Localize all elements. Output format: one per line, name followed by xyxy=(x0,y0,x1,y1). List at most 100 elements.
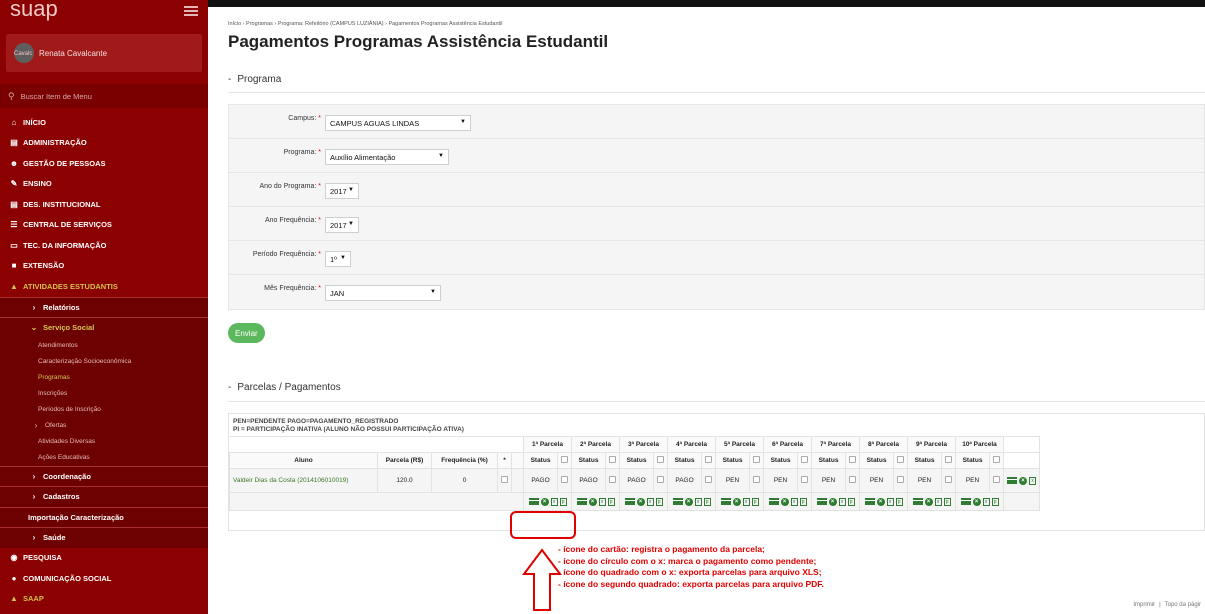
card-icon[interactable] xyxy=(672,498,683,505)
xls-export-icon[interactable]: x xyxy=(934,497,942,506)
menu-item-des-institucional[interactable]: ▤ DES. INSTITUCIONAL xyxy=(0,194,208,215)
submenu-relatorios[interactable]: › Relatórios xyxy=(0,296,208,317)
select-all-checkbox[interactable] xyxy=(705,456,712,463)
xls-export-icon[interactable]: x xyxy=(886,497,894,506)
circle-x-icon[interactable]: × xyxy=(636,497,645,506)
card-icon[interactable] xyxy=(720,498,731,505)
xls-export-icon[interactable]: x xyxy=(790,497,798,506)
menu-item-comunicacao-social[interactable]: ● COMUNICAÇÃO SOCIAL xyxy=(0,568,208,589)
card-icon[interactable] xyxy=(576,498,587,505)
pdf-export-icon[interactable]: p xyxy=(799,497,807,506)
pdf-export-icon[interactable]: p xyxy=(991,497,999,506)
submenu-coordenacao[interactable]: › Coordenação xyxy=(0,465,208,486)
select-all-checkbox[interactable] xyxy=(561,456,568,463)
card-icon[interactable] xyxy=(912,498,923,505)
submenu-caracterizacao[interactable]: Caracterização Socioeconômica xyxy=(0,353,208,370)
menu-item-tec-informacao[interactable]: ▭ TEC. DA INFORMAÇÃO xyxy=(0,235,208,256)
pdf-export-icon[interactable]: p xyxy=(751,497,759,506)
select-all-checkbox[interactable] xyxy=(801,456,808,463)
menu-item-administracao[interactable]: ▤ ADMINISTRAÇÃO xyxy=(0,133,208,154)
select-all-checkbox[interactable] xyxy=(849,456,856,463)
xls-export-icon[interactable]: x xyxy=(742,497,750,506)
circle-x-icon[interactable]: × xyxy=(732,497,741,506)
status-checkbox[interactable] xyxy=(993,476,1000,483)
select-all-checkbox[interactable] xyxy=(897,456,904,463)
circle-x-icon[interactable]: × xyxy=(540,497,549,506)
circle-x-icon[interactable]: × xyxy=(780,497,789,506)
submenu-servico-social[interactable]: ⌄ Serviço Social xyxy=(0,317,208,338)
circle-x-icon[interactable]: × xyxy=(588,497,597,506)
circle-x-icon[interactable]: × xyxy=(924,497,933,506)
submenu-atendimentos[interactable]: Atendimentos xyxy=(0,337,208,354)
menu-item-gestao-pessoas[interactable]: ☻ GESTÃO DE PESSOAS xyxy=(0,153,208,174)
student-link[interactable]: Valdeir Dias da Costa (2014106010019) xyxy=(229,468,378,493)
menu-item-atividades-estudantis[interactable]: ▲ ATIVIDADES ESTUDANTIS xyxy=(0,276,208,297)
top-link[interactable]: Topo da págir xyxy=(1161,602,1205,608)
card-icon[interactable] xyxy=(816,498,827,505)
status-checkbox[interactable] xyxy=(897,476,904,483)
row-checkbox[interactable] xyxy=(501,476,508,483)
xls-export-icon[interactable]: x xyxy=(694,497,702,506)
print-link[interactable]: Imprimir xyxy=(1129,602,1159,608)
circle-x-icon[interactable]: × xyxy=(684,497,693,506)
select-all-checkbox[interactable] xyxy=(753,456,760,463)
select-all-checkbox[interactable] xyxy=(657,456,664,463)
xls-export-icon[interactable]: x xyxy=(838,497,846,506)
card-icon[interactable] xyxy=(864,498,875,505)
ano-programa-select[interactable]: 2017 ▼ xyxy=(325,183,359,199)
submenu-programas[interactable]: Programas xyxy=(0,369,208,386)
pdf-export-icon[interactable]: p xyxy=(703,497,711,506)
xls-export-icon[interactable]: x xyxy=(646,497,654,506)
select-all-checkbox[interactable] xyxy=(993,456,1000,463)
pdf-export-icon[interactable]: p xyxy=(847,497,855,506)
status-checkbox[interactable] xyxy=(945,476,952,483)
status-checkbox[interactable] xyxy=(561,476,568,483)
circle-x-icon[interactable]: × xyxy=(972,497,981,506)
status-checkbox[interactable] xyxy=(657,476,664,483)
app-logo[interactable]: suap xyxy=(10,0,58,22)
section-parcelas-title[interactable]: Parcelas / Pagamentos xyxy=(228,382,340,393)
submenu-importacao[interactable]: Importação Caracterização xyxy=(0,506,208,527)
menu-item-extensao[interactable]: ■ EXTENSÃO xyxy=(0,256,208,277)
status-checkbox[interactable] xyxy=(705,476,712,483)
campus-select[interactable]: CAMPUS AGUAS LINDAS ▼ xyxy=(325,115,471,131)
status-checkbox[interactable] xyxy=(849,476,856,483)
xls-export-icon[interactable]: x xyxy=(982,497,990,506)
submenu-cadastros[interactable]: › Cadastros xyxy=(0,486,208,507)
menu-item-central-servicos[interactable]: ☰ CENTRAL DE SERVIÇOS xyxy=(0,215,208,236)
submenu-inscricoes[interactable]: Inscrições xyxy=(0,385,208,402)
pdf-export-icon[interactable]: p xyxy=(655,497,663,506)
ano-frequencia-select[interactable]: 2017 ▼ xyxy=(325,217,359,233)
xls-export-icon[interactable]: x xyxy=(1029,476,1036,485)
xls-export-icon[interactable]: x xyxy=(598,497,606,506)
card-icon[interactable] xyxy=(1007,477,1017,484)
circle-x-icon[interactable]: × xyxy=(828,497,837,506)
menu-search-input[interactable]: ⚲ Buscar Item de Menu xyxy=(0,84,208,108)
submenu-periodos-inscricao[interactable]: Períodos de Inscrição xyxy=(0,401,208,418)
card-icon[interactable] xyxy=(528,498,539,505)
pdf-export-icon[interactable]: p xyxy=(559,497,567,506)
select-all-checkbox[interactable] xyxy=(945,456,952,463)
menu-item-saap[interactable]: ▲ SAAP xyxy=(0,589,208,610)
xls-export-icon[interactable]: x xyxy=(550,497,558,506)
section-programa-title[interactable]: Programa xyxy=(228,74,281,85)
programa-select[interactable]: Auxílio Alimentação ▼ xyxy=(325,149,449,165)
select-all-checkbox[interactable] xyxy=(609,456,616,463)
menu-toggle-icon[interactable] xyxy=(184,6,198,16)
submit-button[interactable]: Enviar xyxy=(228,323,265,343)
status-checkbox[interactable] xyxy=(753,476,760,483)
status-checkbox[interactable] xyxy=(801,476,808,483)
card-icon[interactable] xyxy=(960,498,971,505)
pdf-export-icon[interactable]: p xyxy=(607,497,615,506)
menu-item-ensino[interactable]: ✎ ENSINO xyxy=(0,174,208,195)
pdf-export-icon[interactable]: p xyxy=(895,497,903,506)
submenu-atividades-diversas[interactable]: Atividades Diversas xyxy=(0,433,208,450)
circle-x-icon[interactable]: × xyxy=(1019,476,1027,485)
pdf-export-icon[interactable]: p xyxy=(943,497,951,506)
status-checkbox[interactable] xyxy=(609,476,616,483)
circle-x-icon[interactable]: × xyxy=(876,497,885,506)
submenu-acoes-educativas[interactable]: Ações Educativas xyxy=(0,449,208,466)
breadcrumb[interactable]: Início › Programas › Programa: Refeitóri… xyxy=(228,21,503,27)
mes-select[interactable]: JAN ▼ xyxy=(325,285,441,301)
menu-item-pesquisa[interactable]: ◉ PESQUISA xyxy=(0,548,208,569)
